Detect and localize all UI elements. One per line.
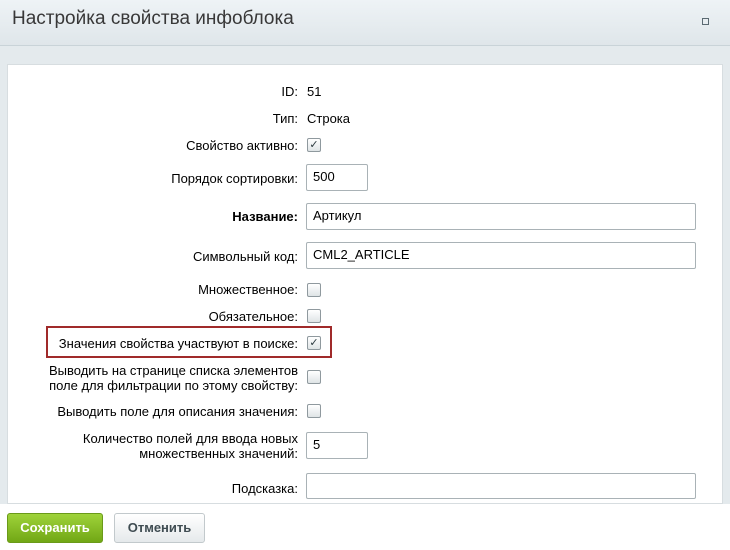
- hint-label: Подсказка:: [231, 481, 298, 496]
- dialog-title: Настройка свойства инфоблока: [12, 8, 294, 29]
- with-description-checkbox[interactable]: [307, 404, 321, 418]
- code-input[interactable]: CML2_ARTICLE: [306, 242, 696, 269]
- searchable-checkbox[interactable]: ✓: [307, 336, 321, 350]
- cancel-button[interactable]: Отменить: [114, 513, 205, 543]
- type-value: Строка: [307, 111, 351, 126]
- multiple-checkbox[interactable]: [307, 283, 321, 297]
- with-description-label: Выводить поле для описания значения:: [57, 404, 298, 419]
- filtrable-label-line1: Выводить на странице списка элементов: [49, 363, 298, 378]
- multiple-count-input[interactable]: 5: [306, 432, 368, 459]
- id-label: ID:: [281, 84, 298, 99]
- save-button[interactable]: Сохранить: [7, 513, 103, 543]
- checkmark-icon: ✓: [309, 139, 319, 151]
- hint-input[interactable]: [306, 473, 696, 499]
- required-checkbox[interactable]: [307, 309, 321, 323]
- code-label: Символьный код:: [192, 249, 298, 264]
- name-input[interactable]: Артикул: [306, 203, 696, 230]
- filtrable-label-line2: поле для фильтрации по этому свойству:: [49, 378, 298, 393]
- name-label: Название:: [232, 209, 298, 224]
- multiple-count-label-line1: Количество полей для ввода новых: [82, 431, 298, 446]
- multiple-count-label-line2: множественных значений:: [139, 446, 298, 461]
- multiple-label: Множественное:: [198, 282, 298, 297]
- id-value: 51: [307, 84, 322, 99]
- checkmark-icon: ✓: [309, 337, 319, 349]
- required-label: Обязательное:: [208, 309, 298, 324]
- active-checkbox[interactable]: ✓: [307, 138, 321, 152]
- sort-input[interactable]: 500: [306, 164, 368, 191]
- active-label: Свойство активно:: [186, 138, 298, 153]
- searchable-label: Значения свойства участвуют в поиске:: [58, 336, 298, 351]
- dialog-header: Настройка свойства инфоблока: [0, 0, 730, 46]
- filtrable-checkbox[interactable]: [307, 370, 321, 384]
- sort-label: Порядок сортировки:: [171, 171, 298, 186]
- expand-icon[interactable]: [702, 18, 709, 25]
- type-label: Тип:: [272, 111, 298, 126]
